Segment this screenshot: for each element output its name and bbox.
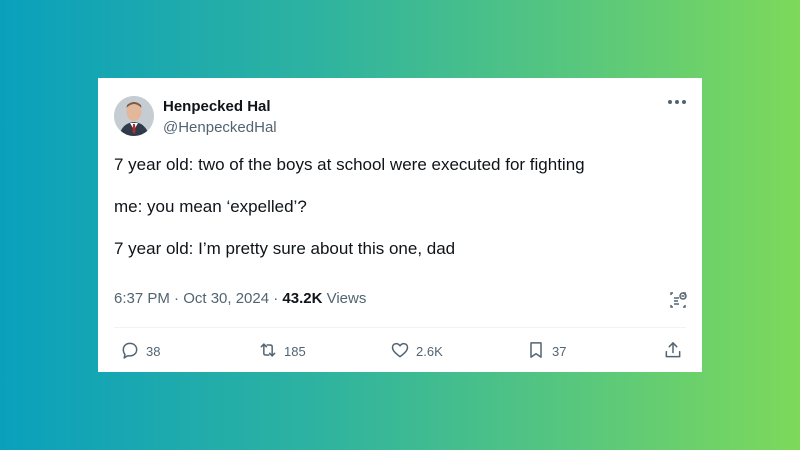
bookmark-count: 37 <box>552 343 567 359</box>
author-name[interactable]: Henpecked Hal <box>163 98 271 115</box>
tweet-text: 7 year old: two of the boys at school we… <box>114 154 682 280</box>
tweet-line: 7 year old: I’m pretty sure about this o… <box>114 239 456 258</box>
repost-button[interactable]: 185 <box>258 340 306 362</box>
repost-icon <box>258 340 278 363</box>
divider <box>114 327 686 328</box>
avatar[interactable] <box>114 96 154 136</box>
share-button[interactable] <box>663 340 683 362</box>
share-icon <box>663 340 683 363</box>
tweet-line: 7 year old: two of the boys at school we… <box>114 155 585 174</box>
like-count: 2.6K <box>416 343 443 359</box>
bookmark-icon <box>526 340 546 363</box>
views-count: 43.2K <box>282 290 323 307</box>
action-bar: 38 185 2.6K 37 <box>98 340 702 362</box>
bookmark-button[interactable]: 37 <box>526 340 566 362</box>
tweet-meta: 6:37 PM · Oct 30, 2024 · 43.2K Views <box>114 290 366 307</box>
like-button[interactable]: 2.6K <box>390 340 443 362</box>
timestamp[interactable]: 6:37 PM · Oct 30, 2024 · <box>114 290 282 307</box>
tweet-card: Henpecked Hal @HenpeckedHal 7 year old: … <box>98 78 702 372</box>
more-icon[interactable] <box>666 96 688 110</box>
reply-count: 38 <box>146 343 161 359</box>
tweet-line: me: you mean ‘expelled’? <box>114 197 307 216</box>
views-label: Views <box>322 290 367 307</box>
reply-icon <box>120 340 140 363</box>
grok-icon[interactable] <box>668 290 688 310</box>
like-icon <box>390 340 410 363</box>
author-handle[interactable]: @HenpeckedHal <box>163 119 277 136</box>
repost-count: 185 <box>284 343 306 359</box>
reply-button[interactable]: 38 <box>120 340 160 362</box>
